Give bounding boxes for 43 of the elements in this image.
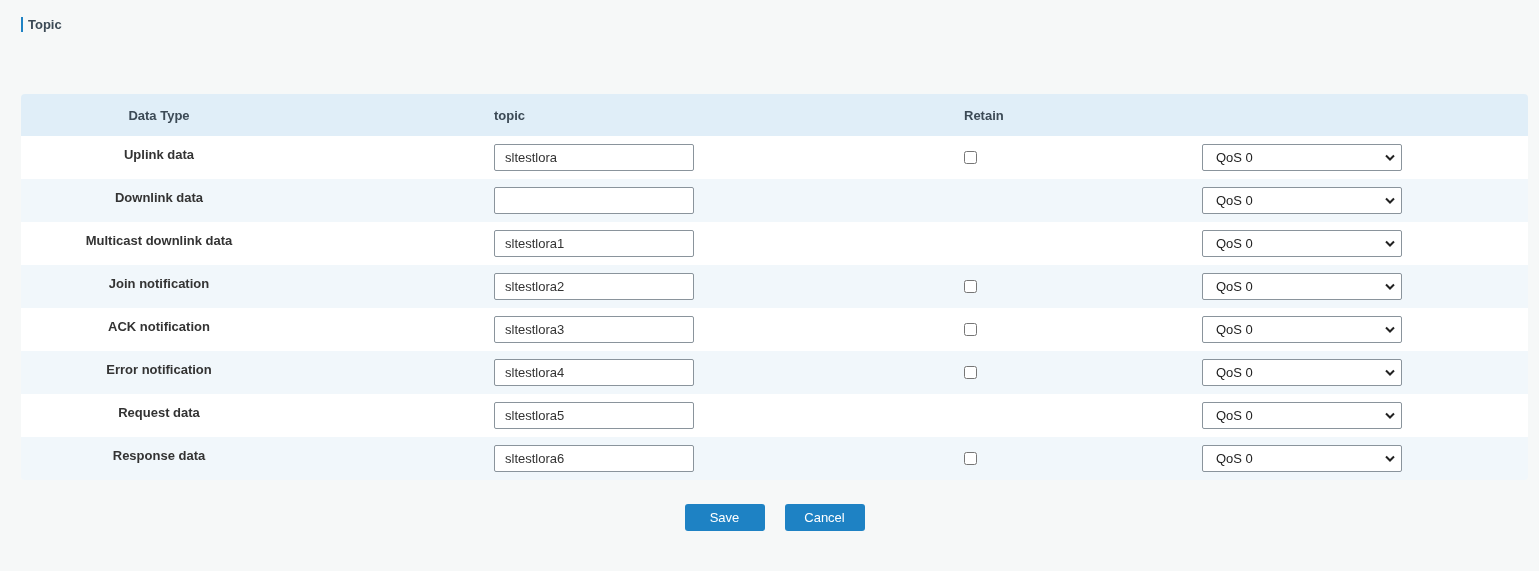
retain-checkbox[interactable] — [964, 366, 977, 379]
data-type-label: Response data — [111, 448, 207, 465]
topic-input[interactable]: sltestlora5 — [494, 402, 694, 429]
qos-dropdown[interactable]: QoS 0 — [1202, 273, 1402, 300]
retain-checkbox[interactable] — [964, 323, 977, 336]
topic-input[interactable]: sltestlora3 — [494, 316, 694, 343]
topic-input[interactable]: sltestlora6 — [494, 445, 694, 472]
data-type-label: ACK notification — [107, 319, 211, 336]
topic-input[interactable]: sltestlora — [494, 144, 694, 171]
retain-checkbox[interactable] — [964, 452, 977, 465]
data-type-label: Join notification — [107, 276, 211, 293]
topic-input[interactable]: sltestlora2 — [494, 273, 694, 300]
chevron-down-icon — [1385, 197, 1395, 204]
qos-dropdown[interactable]: QoS 0 — [1202, 445, 1402, 472]
qos-dropdown[interactable]: QoS 0 — [1202, 402, 1402, 429]
retain-checkbox[interactable] — [964, 151, 977, 164]
qos-dropdown[interactable]: QoS 0 — [1202, 144, 1402, 171]
qos-dropdown[interactable]: QoS 0 — [1202, 230, 1402, 257]
retain-checkbox[interactable] — [964, 280, 977, 293]
topic-input[interactable]: sltestlora4 — [494, 359, 694, 386]
data-type-label: Error notification — [105, 362, 213, 379]
chevron-down-icon — [1385, 154, 1395, 161]
topic-input[interactable]: sltestlora1 — [494, 230, 694, 257]
chevron-down-icon — [1385, 326, 1395, 333]
column-header: topic — [494, 107, 526, 123]
cancel-button[interactable]: Cancel — [784, 504, 865, 531]
qos-dropdown[interactable]: QoS 0 — [1202, 187, 1402, 214]
chevron-down-icon — [1385, 412, 1395, 419]
data-type-label: Uplink data — [122, 147, 196, 164]
chevron-down-icon — [1385, 283, 1395, 290]
column-header: Data Type — [127, 107, 191, 123]
data-type-label: Multicast downlink data — [84, 233, 234, 250]
qos-dropdown[interactable]: QoS 0 — [1202, 359, 1402, 386]
data-type-label: Request data — [117, 405, 201, 422]
chevron-down-icon — [1385, 369, 1395, 376]
qos-dropdown[interactable]: QoS 0 — [1202, 316, 1402, 343]
save-button[interactable]: Save — [684, 504, 765, 531]
topic-input[interactable] — [494, 187, 694, 214]
data-type-label: Downlink data — [113, 190, 205, 207]
chevron-down-icon — [1385, 455, 1395, 462]
section-title: Topic — [28, 16, 62, 32]
chevron-down-icon — [1385, 240, 1395, 247]
column-header: Retain — [964, 107, 1004, 123]
